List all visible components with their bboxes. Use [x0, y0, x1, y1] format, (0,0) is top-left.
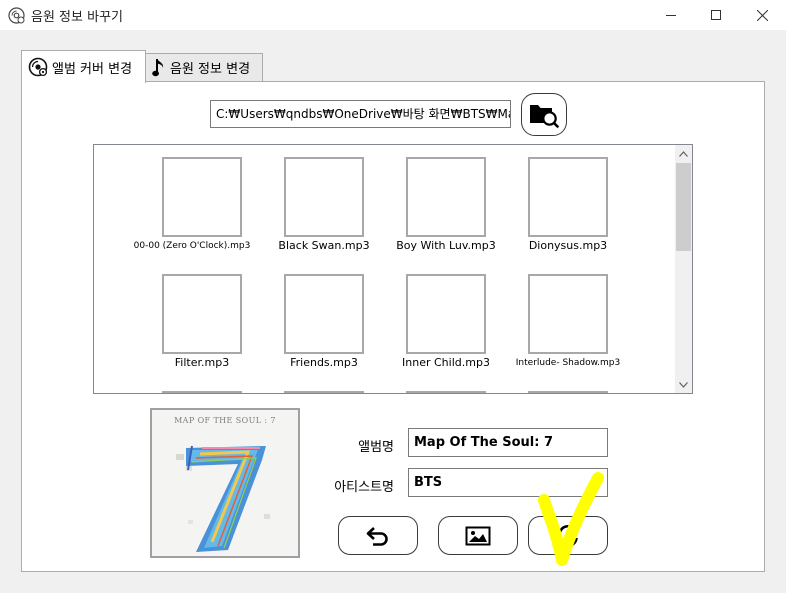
maximize-button[interactable]	[693, 0, 739, 30]
vertical-scrollbar[interactable]	[675, 145, 692, 393]
title-bar: 음원 정보 바꾸기	[0, 0, 786, 30]
file-thumbnail	[406, 157, 486, 237]
chevron-up-icon	[679, 150, 688, 157]
file-name: 00-00 (Zero O'Clock).mp3	[133, 241, 251, 251]
file-thumbnail	[406, 274, 486, 354]
apply-button[interactable]	[528, 516, 608, 555]
file-name: Inner Child.mp3	[402, 356, 490, 369]
folder-path-input[interactable]: C:₩Users₩qndbs₩OneDrive₩바탕 화면₩BTS₩Map Of…	[210, 100, 511, 128]
tab-track-info[interactable]: 음원 정보 변경	[145, 53, 263, 81]
file-name: Black Swan.mp3	[278, 239, 370, 252]
music-note-icon	[152, 58, 164, 76]
file-list[interactable]: 00-00 (Zero O'Clock).mp3 Black Swan.mp3 …	[93, 144, 693, 394]
file-name: Filter.mp3	[174, 356, 230, 369]
select-image-button[interactable]	[438, 516, 518, 555]
artist-name-label: 아티스트명	[334, 480, 394, 495]
undo-icon	[366, 526, 388, 546]
file-thumbnail-partial	[406, 391, 486, 393]
tab-label: 음원 정보 변경	[170, 62, 251, 77]
tab-label: 앨범 커버 변경	[52, 61, 133, 77]
file-thumbnail	[528, 157, 608, 237]
maximize-icon	[711, 10, 721, 20]
refresh-icon	[558, 524, 578, 547]
minimize-icon	[666, 15, 676, 16]
file-thumbnail-partial	[284, 391, 364, 393]
scroll-up-button[interactable]	[675, 145, 692, 162]
window-title: 음원 정보 바꾸기	[31, 10, 123, 25]
file-thumbnail	[162, 157, 242, 237]
disc-icon	[8, 7, 25, 24]
close-button[interactable]	[739, 0, 785, 30]
minimize-button[interactable]	[648, 0, 694, 30]
album-name-input[interactable]: Map Of The Soul: 7	[408, 428, 608, 457]
folder-search-icon	[530, 104, 559, 128]
file-thumbnail	[284, 274, 364, 354]
browse-folder-button[interactable]	[521, 93, 567, 136]
disc-icon	[28, 57, 48, 77]
file-thumbnail	[284, 157, 364, 237]
file-thumbnail-partial	[528, 391, 608, 393]
file-name: Dionysus.mp3	[528, 239, 608, 252]
file-name: Boy With Luv.mp3	[396, 239, 496, 252]
scroll-down-button[interactable]	[675, 376, 692, 393]
file-name: Friends.mp3	[290, 356, 358, 369]
file-thumbnail	[528, 274, 608, 354]
album-name-label: 앨범명	[358, 440, 394, 455]
chevron-down-icon	[679, 381, 688, 388]
file-name: Interlude- Shadow.mp3	[515, 358, 621, 368]
scroll-thumb[interactable]	[676, 163, 691, 251]
file-thumbnail	[162, 274, 242, 354]
undo-button[interactable]	[338, 516, 418, 555]
image-icon	[465, 526, 491, 545]
close-icon	[756, 9, 768, 21]
file-thumbnail-partial	[162, 391, 242, 393]
tab-album-cover[interactable]: 앨범 커버 변경	[21, 50, 146, 83]
artist-name-input[interactable]: BTS	[408, 468, 608, 497]
album-cover-preview: MAP OF THE SOUL : 7	[150, 408, 300, 558]
cover-artwork	[176, 445, 270, 552]
